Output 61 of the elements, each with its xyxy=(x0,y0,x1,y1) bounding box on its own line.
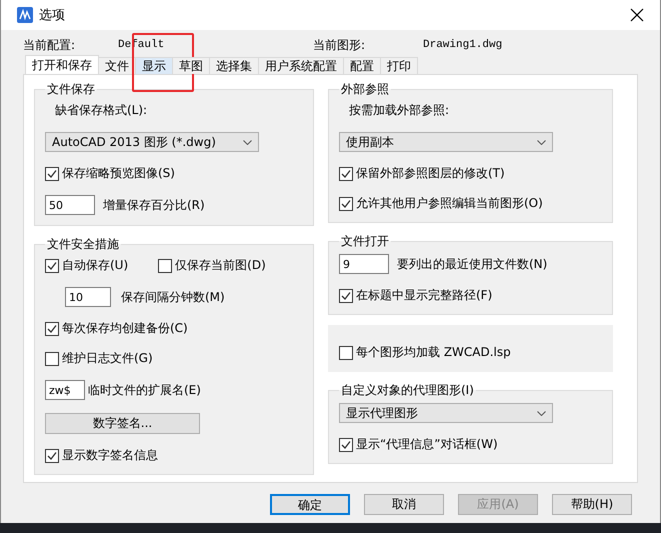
checkbox[interactable] xyxy=(45,448,59,462)
dropdown[interactable]: AutoCAD 2013 图形 (*.dwg) xyxy=(45,132,259,152)
app-logo-icon xyxy=(17,7,33,23)
dropdown[interactable]: 使用副本 xyxy=(339,132,553,152)
field-label: 增量保存百分比(R) xyxy=(103,196,205,214)
chevron-down-icon xyxy=(243,140,252,144)
drawing-label: 当前图形: xyxy=(313,36,366,54)
checkbox[interactable] xyxy=(45,322,59,336)
field-label: 按需加载外部参照: xyxy=(348,102,450,119)
checkbox[interactable] xyxy=(45,166,59,180)
checkbox-label: 显示“代理信息”对话框(W) xyxy=(356,436,498,453)
group-title: 外部参照 xyxy=(340,81,390,98)
field-label: 保存间隔分钟数(M) xyxy=(121,288,225,306)
tab[interactable]: 用户系统配置 xyxy=(258,57,344,74)
input-field[interactable]: zw$ xyxy=(45,380,85,400)
digital-signature-button[interactable]: 数字签名... xyxy=(45,413,200,434)
tab[interactable]: 打开和保存 xyxy=(25,55,99,74)
group-title: 自定义对象的代理图形(I) xyxy=(340,382,475,399)
close-icon xyxy=(630,8,644,22)
tab[interactable]: 配置 xyxy=(343,57,381,74)
checkbox-label: 显示数字签名信息 xyxy=(62,447,158,464)
checkbox-label: 每个图形均加载 ZWCAD.lsp xyxy=(356,344,511,361)
field-label: 缺省保存格式(L): xyxy=(54,102,148,119)
group-title: 文件打开 xyxy=(340,233,390,250)
checkbox-label: 维护日志文件(G) xyxy=(62,350,153,367)
chevron-down-icon xyxy=(537,410,546,416)
checkbox[interactable] xyxy=(45,258,59,272)
checkbox[interactable] xyxy=(158,258,172,272)
chevron-down-icon xyxy=(537,140,546,144)
group-title: 文件保存 xyxy=(46,81,96,98)
profile-label: 当前配置: xyxy=(23,36,76,54)
tab[interactable]: 显示 xyxy=(135,57,173,74)
checkbox[interactable] xyxy=(339,166,353,180)
checkbox-label: 允许其他用户参照编辑当前图形(O) xyxy=(356,195,543,212)
checkbox-label: 每次保存均创建备份(C) xyxy=(62,320,188,337)
checkbox[interactable] xyxy=(339,438,353,452)
tab[interactable]: 选择集 xyxy=(209,57,259,74)
checkbox[interactable] xyxy=(339,288,353,302)
input-field[interactable]: 9 xyxy=(339,254,389,274)
dialog-button[interactable]: 帮助(H) xyxy=(552,494,632,515)
checkbox[interactable] xyxy=(45,352,59,366)
tab[interactable]: 打印 xyxy=(380,57,418,74)
dialog-button[interactable]: 确定 xyxy=(270,494,350,515)
drawing-value: Drawing1.dwg xyxy=(423,39,504,51)
field-label: 要列出的最近使用文件数(N) xyxy=(397,256,548,272)
checkbox[interactable] xyxy=(339,346,353,360)
checkbox-label: 仅保存当前图(D) xyxy=(175,257,266,274)
window-title: 选项 xyxy=(39,7,66,24)
checkbox-label: 在标题中显示完整路径(F) xyxy=(356,287,492,304)
group-title: 文件安全措施 xyxy=(46,236,120,253)
dialog-button[interactable]: 取消 xyxy=(364,494,444,515)
field-label: 临时文件的扩展名(E) xyxy=(88,382,201,398)
tab[interactable]: 文件 xyxy=(98,57,136,74)
input-field[interactable]: 10 xyxy=(65,287,111,307)
checkbox-label: 保存缩略预览图像(S) xyxy=(62,165,175,182)
input-field[interactable]: 50 xyxy=(45,195,95,215)
tab[interactable]: 草图 xyxy=(172,57,210,74)
checkbox-label: 自动保存(U) xyxy=(62,257,128,274)
checkbox-label: 保留外部参照图层的修改(T) xyxy=(356,165,505,182)
checkbox[interactable] xyxy=(339,196,353,210)
dropdown[interactable]: 显示代理图形 xyxy=(339,403,553,423)
